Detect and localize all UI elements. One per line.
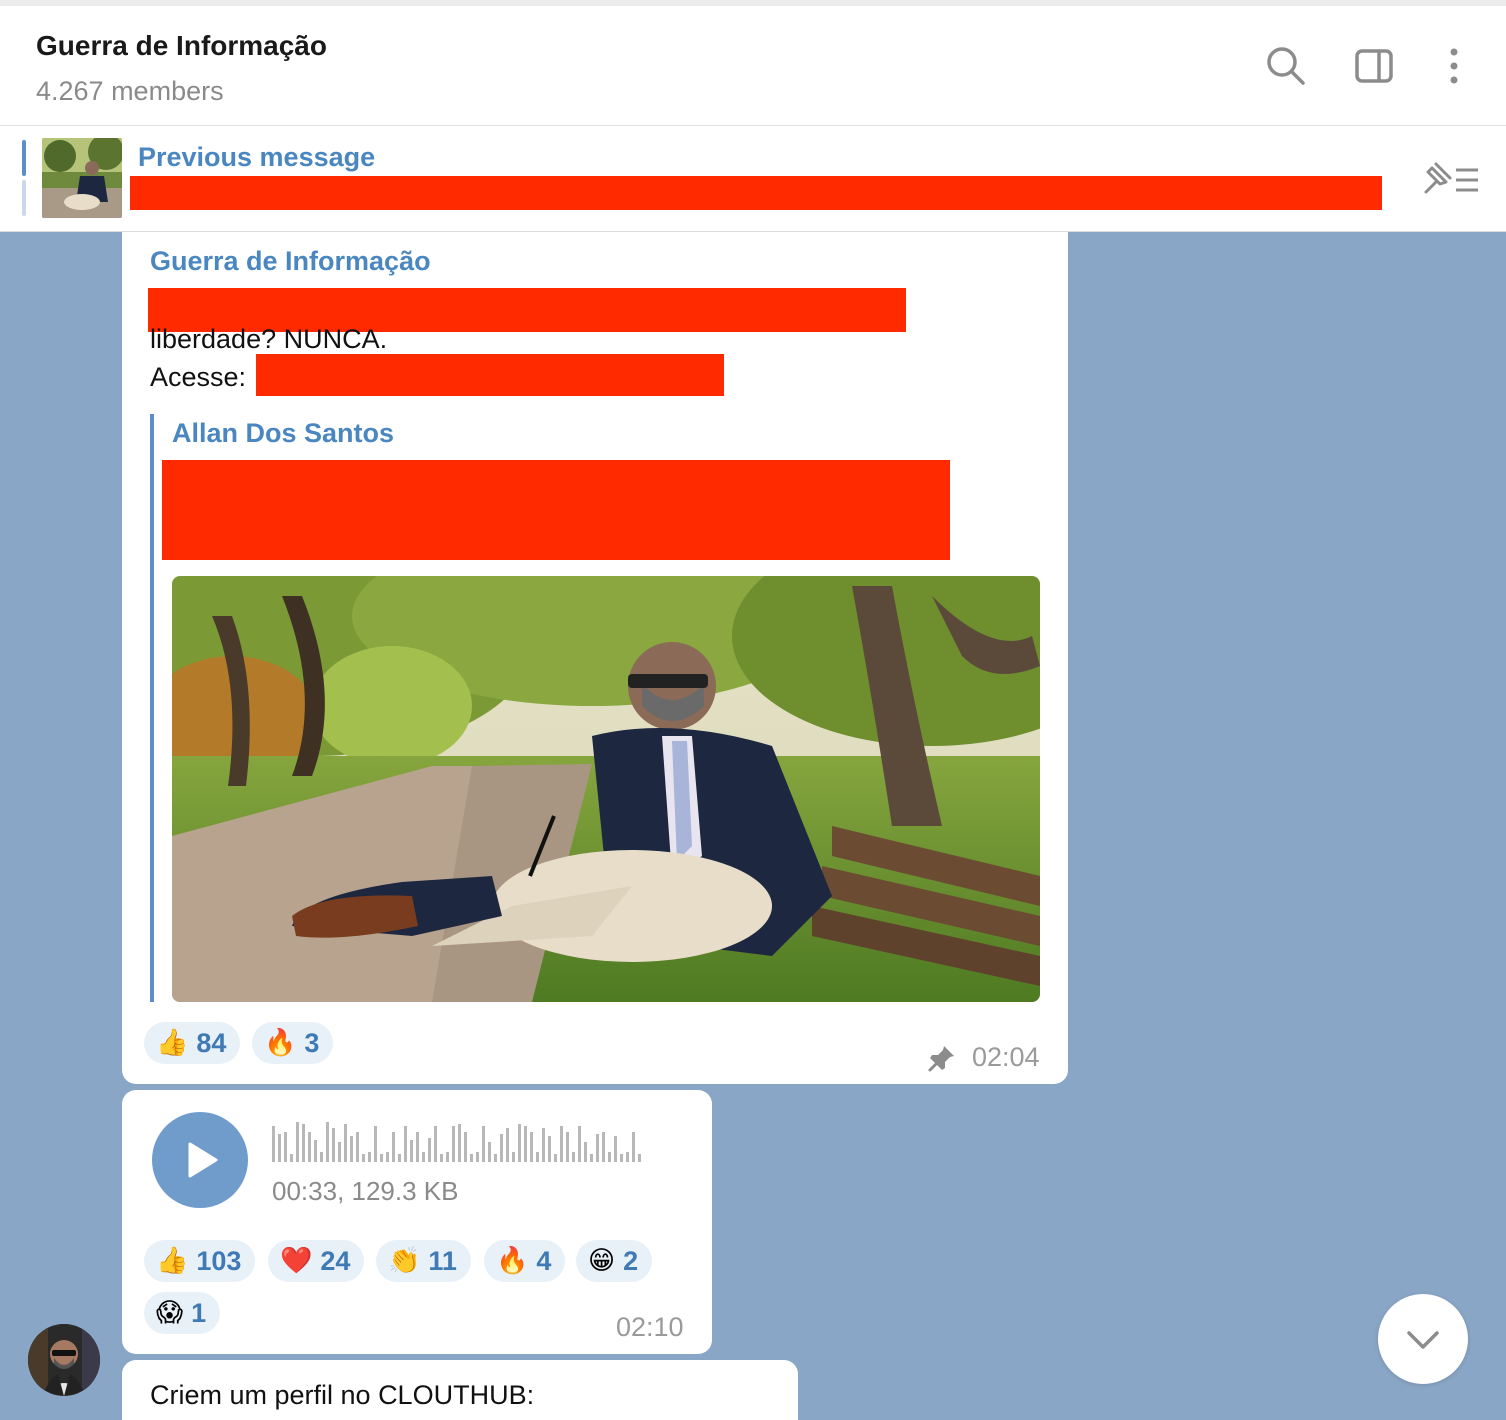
heart-icon: ❤️ [280,1246,313,1276]
reaction-chip[interactable]: 😱 1 [144,1292,221,1334]
message-sender[interactable]: Guerra de Informação [150,246,431,277]
pinned-thumbnail [42,138,122,218]
pinned-title: Previous message [138,142,376,172]
message-time: 02:10 [616,1312,684,1342]
screaming-face-icon: 😱 [156,1298,184,1328]
redaction-box [256,354,724,396]
reaction-chip[interactable]: 👍 84 [144,1022,241,1064]
reaction-chip[interactable]: 👍 103 [144,1240,256,1282]
message-text-line: liberdade? NUNCA. [150,324,388,354]
reaction-count: 4 [536,1245,552,1276]
fire-icon: 🔥 [264,1028,297,1058]
message-bubble-voice[interactable]: 00:33, 129.3 KB 👍 103 ❤️ 24 👏 11 🔥 4 😁 2… [122,1090,712,1354]
search-icon[interactable] [1266,46,1306,86]
pin-icon [928,1044,956,1072]
grinning-face-icon: 😁 [588,1246,616,1276]
reaction-count: 103 [196,1245,242,1276]
reaction-count: 84 [196,1027,227,1058]
message-text-line: Acesse: [150,362,247,392]
quote-bar [150,414,154,1002]
redaction-box [162,460,950,560]
fire-icon: 🔥 [496,1246,529,1276]
reaction-count: 24 [320,1245,351,1276]
pinned-indicator [22,180,26,216]
message-text: Criem um perfil no CLOUTHUB: [150,1380,535,1410]
more-vertical-icon[interactable] [1434,46,1474,86]
redaction-box [130,176,1382,210]
message-time: 02:04 [972,1042,1040,1072]
clapping-hands-icon: 👏 [388,1246,421,1276]
pinned-indicator-active [22,140,26,176]
message-photo[interactable] [172,576,1040,1002]
scroll-to-bottom-button[interactable] [1378,1294,1468,1384]
avatar[interactable] [28,1324,100,1396]
thumbs-up-icon: 👍 [156,1028,189,1058]
reaction-chip[interactable]: 🔥 4 [484,1240,566,1282]
quote-author[interactable]: Allan Dos Santos [172,418,394,449]
reaction-count: 1 [191,1297,207,1328]
pinned-list-icon[interactable] [1420,158,1482,198]
reaction-chip[interactable]: 👏 11 [376,1240,471,1282]
chat-title[interactable]: Guerra de Informação [36,30,327,62]
reaction-count: 3 [304,1027,320,1058]
pinned-message-bar[interactable]: Previous message [0,126,1506,232]
chevron-down-icon [1407,1331,1439,1349]
reaction-count: 2 [623,1245,639,1276]
sidebar-toggle-icon[interactable] [1354,46,1394,86]
message-bubble-forward[interactable]: Guerra de Informação liberdade? NUNCA. A… [122,232,1068,1084]
chat-header: Guerra de Informação 4.267 members [0,0,1506,126]
reaction-chip[interactable]: 😁 2 [576,1240,653,1282]
voice-waveform[interactable] [272,1118,682,1162]
reaction-chip[interactable]: 🔥 3 [252,1022,334,1064]
reaction-count: 11 [428,1245,457,1276]
play-icon [188,1142,218,1178]
thumbs-up-icon: 👍 [156,1246,189,1276]
reaction-chip[interactable]: ❤️ 24 [268,1240,365,1282]
voice-duration-size: 00:33, 129.3 KB [272,1176,459,1206]
message-bubble-text[interactable]: Criem um perfil no CLOUTHUB: [122,1360,798,1420]
play-button[interactable] [152,1112,248,1208]
member-count: 4.267 members [36,76,224,106]
